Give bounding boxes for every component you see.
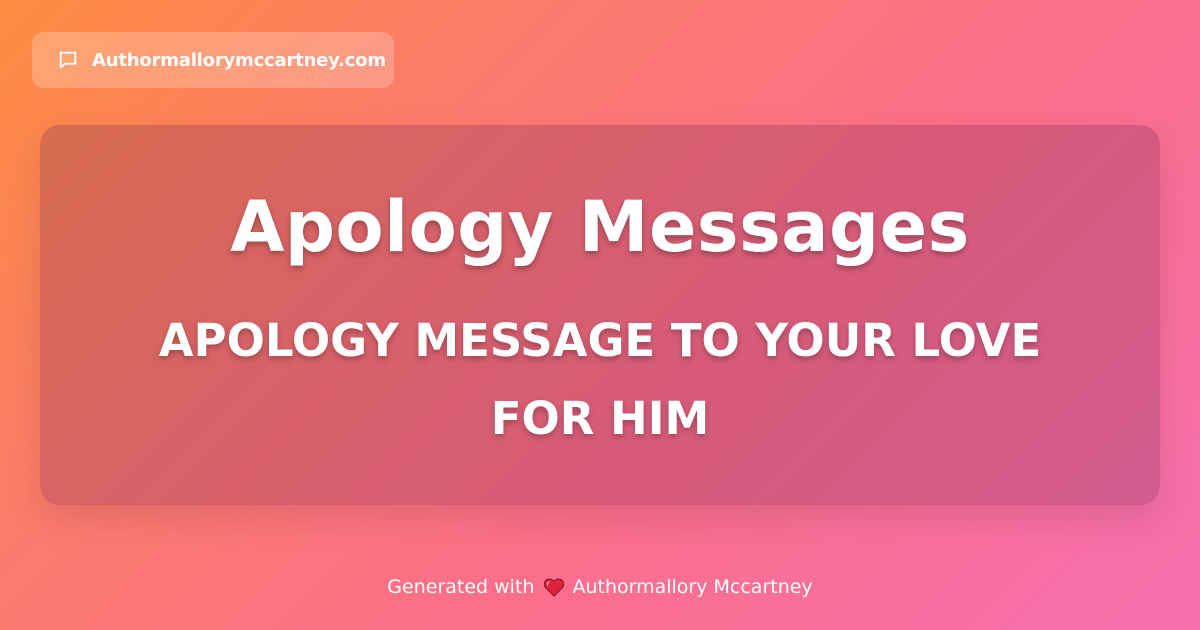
site-badge[interactable]: Authormallorymccartney.com — [32, 32, 394, 88]
title-card: Apology Messages APOLOGY MESSAGE TO YOUR… — [40, 125, 1160, 505]
site-domain: Authormallorymccartney.com — [92, 49, 386, 71]
footer-prefix: Generated with — [387, 576, 535, 598]
footer-credit: Generated with Authormallory Mccartney — [0, 574, 1200, 600]
page-title: Apology Messages — [230, 186, 970, 268]
page-subtitle: APOLOGY MESSAGE TO YOUR LOVE FOR HIM — [158, 314, 1042, 445]
footer-author: Authormallory Mccartney — [572, 576, 813, 598]
message-icon — [56, 48, 80, 72]
heart-icon — [543, 577, 565, 597]
